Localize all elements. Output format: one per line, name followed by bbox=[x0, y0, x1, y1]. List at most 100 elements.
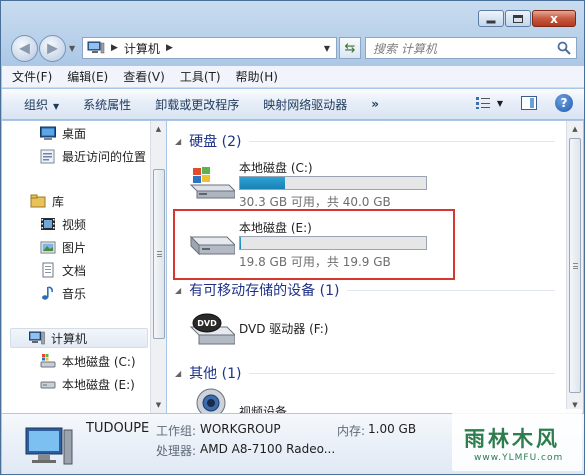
grip-icon bbox=[157, 251, 162, 257]
windows-drive-icon bbox=[189, 167, 235, 199]
drive-name: 本地磁盘 (C:) bbox=[239, 161, 313, 175]
view-options-icon bbox=[475, 97, 490, 109]
drive-item-dvd[interactable]: DVD DVD 驱动器 (F:) bbox=[189, 307, 449, 363]
file-list-scrollbar[interactable]: ▲ ▼ bbox=[566, 121, 583, 413]
sidebar-item-drive-c[interactable]: 本地磁盘 (C:) bbox=[40, 351, 136, 371]
memory-value: 1.00 GB bbox=[368, 422, 417, 436]
address-bar[interactable]: ▶ 计算机 ▶ ▼ bbox=[82, 37, 337, 59]
group-divider bbox=[347, 289, 555, 291]
explorer-window: x ◀ ▶ ▼ ▶ 计算机 ▶ ▼ ⇆ 搜索 计算机 文件(F) 编辑(E) 查… bbox=[0, 0, 585, 475]
computer-name: TUDOUPE bbox=[86, 421, 150, 436]
window-caption-buttons: x bbox=[477, 10, 576, 27]
computer-icon bbox=[87, 41, 105, 55]
video-library-icon bbox=[40, 216, 56, 232]
group-divider bbox=[249, 372, 555, 374]
drive-usage-fill bbox=[240, 177, 285, 189]
drive-free-space: 30.3 GB 可用，共 40.0 GB bbox=[239, 195, 391, 209]
scrollbar-thumb[interactable] bbox=[153, 169, 165, 339]
processor-value: AMD A8-7100 Radeo... bbox=[200, 442, 336, 456]
collapse-triangle-icon[interactable]: ◢ bbox=[175, 137, 181, 146]
drive-usage-bar bbox=[239, 176, 427, 190]
collapse-triangle-icon[interactable]: ◢ bbox=[175, 369, 181, 378]
minimize-button[interactable] bbox=[478, 10, 504, 27]
computer-icon bbox=[25, 427, 73, 465]
menu-file[interactable]: 文件(F) bbox=[12, 68, 52, 85]
pictures-library-icon bbox=[40, 239, 56, 255]
sidebar-item-label: 视频 bbox=[62, 217, 87, 232]
device-item-video[interactable]: 视频设备 bbox=[189, 387, 449, 413]
recent-places-icon bbox=[40, 148, 56, 164]
forward-button[interactable]: ▶ bbox=[39, 35, 66, 62]
breadcrumb-computer[interactable]: 计算机 bbox=[124, 40, 160, 57]
maximize-button[interactable] bbox=[505, 10, 531, 27]
group-divider bbox=[249, 140, 555, 142]
refresh-button[interactable]: ⇆ bbox=[339, 37, 361, 59]
menu-edit[interactable]: 编辑(E) bbox=[67, 68, 108, 85]
menu-help[interactable]: 帮助(H) bbox=[236, 68, 278, 85]
organize-label: 组织 bbox=[24, 97, 49, 112]
scroll-down-arrow[interactable]: ▼ bbox=[151, 397, 166, 413]
sidebar-item-label: 图片 bbox=[62, 240, 87, 255]
command-bar-right: ▼ ? bbox=[475, 94, 573, 112]
sidebar-item-desktop[interactable]: 桌面 bbox=[40, 123, 86, 143]
more-commands-button[interactable]: » bbox=[371, 97, 379, 111]
sidebar-item-documents[interactable]: 文档 bbox=[40, 260, 86, 280]
desktop-icon bbox=[40, 125, 56, 141]
map-network-drive-button[interactable]: 映射网络驱动器 bbox=[263, 96, 347, 113]
breadcrumb-separator[interactable]: ▶ bbox=[111, 43, 118, 53]
search-placeholder: 搜索 计算机 bbox=[373, 41, 437, 56]
sidebar-item-recent-places[interactable]: 最近访问的位置 bbox=[40, 146, 146, 166]
preview-pane-button[interactable] bbox=[521, 96, 537, 110]
search-input[interactable]: 搜索 计算机 bbox=[365, 37, 577, 59]
watermark-url: www.YLMFU.com bbox=[474, 453, 564, 463]
group-title: 硬盘 (2) bbox=[189, 134, 242, 150]
forward-arrow-icon: ▶ bbox=[47, 40, 58, 57]
sidebar-item-music[interactable]: 音乐 bbox=[40, 283, 86, 303]
sidebar-item-pictures[interactable]: 图片 bbox=[40, 237, 86, 257]
sidebar-item-label: 桌面 bbox=[62, 126, 87, 141]
grip-icon bbox=[573, 262, 578, 269]
search-icon[interactable] bbox=[556, 40, 572, 56]
sidebar-item-drive-e[interactable]: 本地磁盘 (E:) bbox=[40, 374, 135, 394]
library-icon bbox=[30, 193, 46, 209]
breadcrumb-separator[interactable]: ▶ bbox=[166, 43, 173, 53]
sidebar-item-computer[interactable]: 计算机 bbox=[10, 328, 148, 348]
view-dropdown-arrow[interactable]: ▼ bbox=[497, 99, 503, 108]
maximize-icon bbox=[513, 14, 523, 23]
collapse-triangle-icon[interactable]: ◢ bbox=[175, 286, 181, 295]
sidebar-item-label: 最近访问的位置 bbox=[62, 149, 147, 164]
svg-text:DVD: DVD bbox=[197, 319, 217, 328]
organize-button[interactable]: 组织 ▼ bbox=[24, 96, 59, 113]
close-icon: x bbox=[550, 11, 558, 26]
sidebar-item-label: 本地磁盘 (E:) bbox=[62, 377, 135, 392]
uninstall-program-button[interactable]: 卸载或更改程序 bbox=[155, 96, 239, 113]
menu-tools[interactable]: 工具(T) bbox=[180, 68, 221, 85]
sidebar-item-label: 音乐 bbox=[62, 286, 87, 301]
sidebar-item-videos[interactable]: 视频 bbox=[40, 214, 86, 234]
group-header-removable-storage[interactable]: ◢ 有可移动存储的设备 (1) bbox=[175, 280, 555, 300]
drive-item-c[interactable]: 本地磁盘 (C:) 30.3 GB 可用，共 40.0 GB bbox=[189, 159, 449, 215]
sidebar-item-label: 本地磁盘 (C:) bbox=[62, 354, 136, 369]
file-list-pane: ◢ 硬盘 (2) 本地磁盘 (C:) 30.3 GB 可用，共 40.0 GB bbox=[167, 121, 568, 413]
drive-name: DVD 驱动器 (F:) bbox=[239, 322, 329, 336]
group-header-other[interactable]: ◢ 其他 (1) bbox=[175, 363, 555, 383]
change-view-button[interactable] bbox=[475, 96, 491, 110]
close-button[interactable]: x bbox=[532, 10, 576, 27]
recent-pages-dropdown[interactable]: ▼ bbox=[69, 44, 77, 53]
scroll-up-arrow[interactable]: ▲ bbox=[151, 121, 166, 137]
command-bar: 组织 ▼ 系统属性 卸载或更改程序 映射网络驱动器 » ▼ ? bbox=[2, 89, 584, 120]
system-properties-button[interactable]: 系统属性 bbox=[83, 96, 131, 113]
menu-view[interactable]: 查看(V) bbox=[123, 68, 165, 85]
address-dropdown-button[interactable]: ▼ bbox=[318, 38, 336, 58]
device-name: 视频设备 bbox=[239, 405, 288, 413]
scrollbar-thumb[interactable] bbox=[569, 138, 581, 393]
watermark-logo: 雨林木风 www.YLMFU.com bbox=[452, 409, 582, 471]
help-button[interactable]: ? bbox=[555, 94, 573, 112]
computer-icon bbox=[29, 330, 45, 346]
navigation-pane-scrollbar[interactable]: ▲ ▼ bbox=[150, 121, 166, 413]
documents-library-icon bbox=[40, 262, 56, 278]
sidebar-item-libraries[interactable]: 库 bbox=[30, 191, 64, 211]
group-header-hard-disks[interactable]: ◢ 硬盘 (2) bbox=[175, 131, 555, 151]
back-button[interactable]: ◀ bbox=[11, 35, 38, 62]
scroll-up-arrow[interactable]: ▲ bbox=[567, 121, 583, 137]
